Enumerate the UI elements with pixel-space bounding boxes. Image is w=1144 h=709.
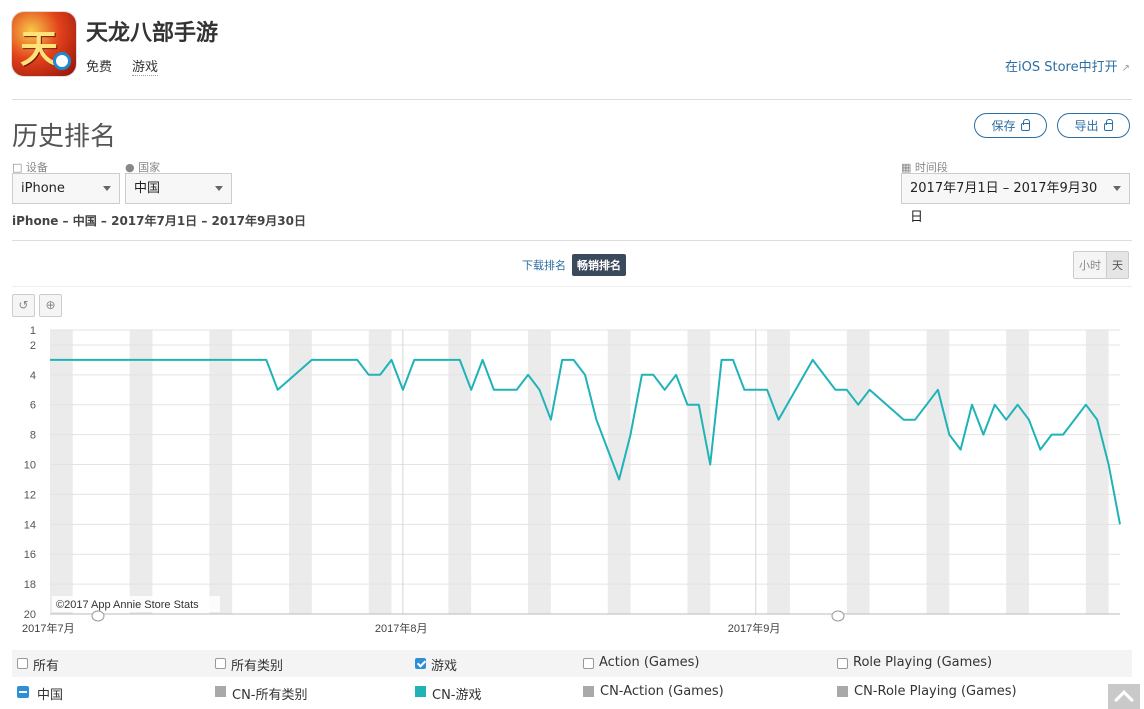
y-tick-label: 1: [30, 325, 36, 337]
app-icon: 天: [12, 12, 76, 76]
divider: [12, 99, 1132, 100]
divider: [12, 240, 1132, 241]
rank-type-tabs: 下载排名 畅销排名: [522, 254, 626, 276]
legend-role-playing-label: Role Playing (Games): [853, 655, 993, 670]
weekend-band: [1006, 330, 1029, 614]
legend-games-label: 游戏: [431, 659, 458, 674]
zoom-button[interactable]: ⊕: [39, 294, 62, 317]
weekend-band: [50, 330, 73, 614]
open-in-ios-store-link[interactable]: 在iOS Store中打开 ↗: [1005, 56, 1130, 75]
store-link-label: 在iOS Store中打开: [1005, 60, 1118, 75]
weekend-band: [846, 330, 870, 614]
checkbox-games[interactable]: [415, 658, 426, 669]
range-handle-icon: [91, 610, 105, 622]
country-value: 中国: [134, 181, 161, 196]
legend-swatch-all-categories[interactable]: [215, 686, 226, 697]
filter-summary: iPhone – 中国 – 2017年7月1日 – 2017年9月30日: [12, 214, 306, 228]
x-tick-label: 2017年9月: [728, 621, 781, 635]
zoom-icon: ⊕: [45, 298, 56, 312]
legend-country-label: 中国: [37, 688, 64, 703]
weekend-band: [1085, 330, 1109, 614]
legend-series-all-categories: CN-所有类别: [232, 688, 308, 703]
app-category-link[interactable]: 游戏: [132, 56, 159, 76]
checkbox-action-games[interactable]: [583, 658, 594, 669]
external-link-icon: ↗: [1121, 63, 1130, 74]
x-tick-label: 2017年8月: [375, 621, 428, 635]
granularity-hour[interactable]: 小时: [1074, 252, 1106, 278]
weekend-band: [129, 330, 153, 614]
weekend-band: [926, 330, 950, 614]
legend-series-games: CN-游戏: [432, 688, 482, 703]
checkbox-all-categories[interactable]: [215, 658, 226, 669]
y-tick-label: 14: [24, 519, 36, 531]
y-tick-label: 10: [24, 460, 36, 472]
chart-credit: ©2017 App Annie Store Stats: [56, 599, 199, 611]
save-button-label: 保存: [991, 119, 1016, 133]
y-tick-label: 16: [24, 549, 36, 561]
y-tick-label: 4: [30, 370, 36, 382]
weekend-band: [368, 330, 392, 614]
y-tick-label: 20: [24, 609, 36, 621]
save-button[interactable]: 保存: [974, 113, 1047, 138]
legend-swatch-role-playing[interactable]: [837, 686, 848, 697]
app-price: 免费: [86, 60, 113, 75]
y-tick-label: 2: [30, 340, 36, 352]
collapse-country-icon[interactable]: [17, 686, 29, 698]
range-handle-icon: [831, 610, 845, 622]
weekend-band: [528, 330, 551, 614]
lock-icon: [1020, 119, 1030, 131]
lock-icon: [1103, 119, 1113, 131]
rank-history-chart[interactable]: 124681012141618202017年7月 2017年8月 2017年9月©2…: [0, 318, 1144, 648]
tencent-badge-icon: [53, 52, 71, 70]
app-title: 天龙八部手游: [86, 21, 219, 46]
chevron-down-icon: [103, 186, 111, 191]
app-header: 天 天龙八部手游 免费 游戏 在iOS Store中打开 ↗: [12, 12, 1132, 78]
weekend-band: [687, 330, 711, 614]
chevron-down-icon: [1113, 186, 1121, 191]
period-dropdown[interactable]: 2017年7月1日 – 2017年9月30日: [901, 173, 1130, 225]
period-value: 2017年7月1日 – 2017年9月30日: [910, 181, 1098, 225]
weekend-band: [607, 330, 631, 614]
tab-downloads[interactable]: 下载排名: [522, 257, 566, 273]
legend-all-categories-label: 所有类别: [231, 659, 284, 674]
y-tick-label: 6: [30, 400, 36, 412]
legend-action-games-label: Action (Games): [599, 655, 700, 670]
weekend-band: [289, 330, 312, 614]
legend-series-action-games: CN-Action (Games): [600, 684, 724, 699]
divider: [12, 286, 1132, 287]
country-dropdown[interactable]: 中国: [125, 173, 232, 204]
legend-swatch-action-games[interactable]: [583, 686, 594, 697]
page-title: 历史排名: [12, 122, 117, 152]
export-button-label: 导出: [1074, 119, 1099, 133]
weekend-band: [209, 330, 233, 614]
device-dropdown[interactable]: iPhone: [12, 173, 120, 204]
legend-series-role-playing: CN-Role Playing (Games): [854, 684, 1017, 699]
scroll-to-top-button[interactable]: [1108, 684, 1140, 709]
x-tick-label: 2017年7月: [22, 621, 75, 635]
export-button[interactable]: 导出: [1057, 113, 1130, 138]
undo-icon: ↺: [18, 298, 29, 312]
y-tick-label: 8: [30, 430, 36, 442]
y-tick-label: 12: [24, 489, 36, 501]
granularity-day[interactable]: 天: [1106, 252, 1128, 278]
granularity-toggle: 小时 天: [1073, 251, 1129, 279]
tab-grossing[interactable]: 畅销排名: [572, 254, 626, 276]
device-value: iPhone: [21, 181, 65, 196]
app-icon-glyph: 天: [20, 26, 59, 71]
weekend-band: [448, 330, 472, 614]
weekend-band: [767, 330, 790, 614]
chevron-down-icon: [215, 186, 223, 191]
y-tick-label: 18: [24, 579, 36, 591]
legend-all-label: 所有: [33, 659, 60, 674]
checkbox-role-playing-games[interactable]: [837, 658, 848, 669]
app-meta: 免费 游戏: [86, 56, 159, 76]
legend-swatch-games[interactable]: [415, 686, 426, 697]
checkbox-all[interactable]: [17, 658, 28, 669]
reset-zoom-button[interactable]: ↺: [12, 294, 35, 317]
